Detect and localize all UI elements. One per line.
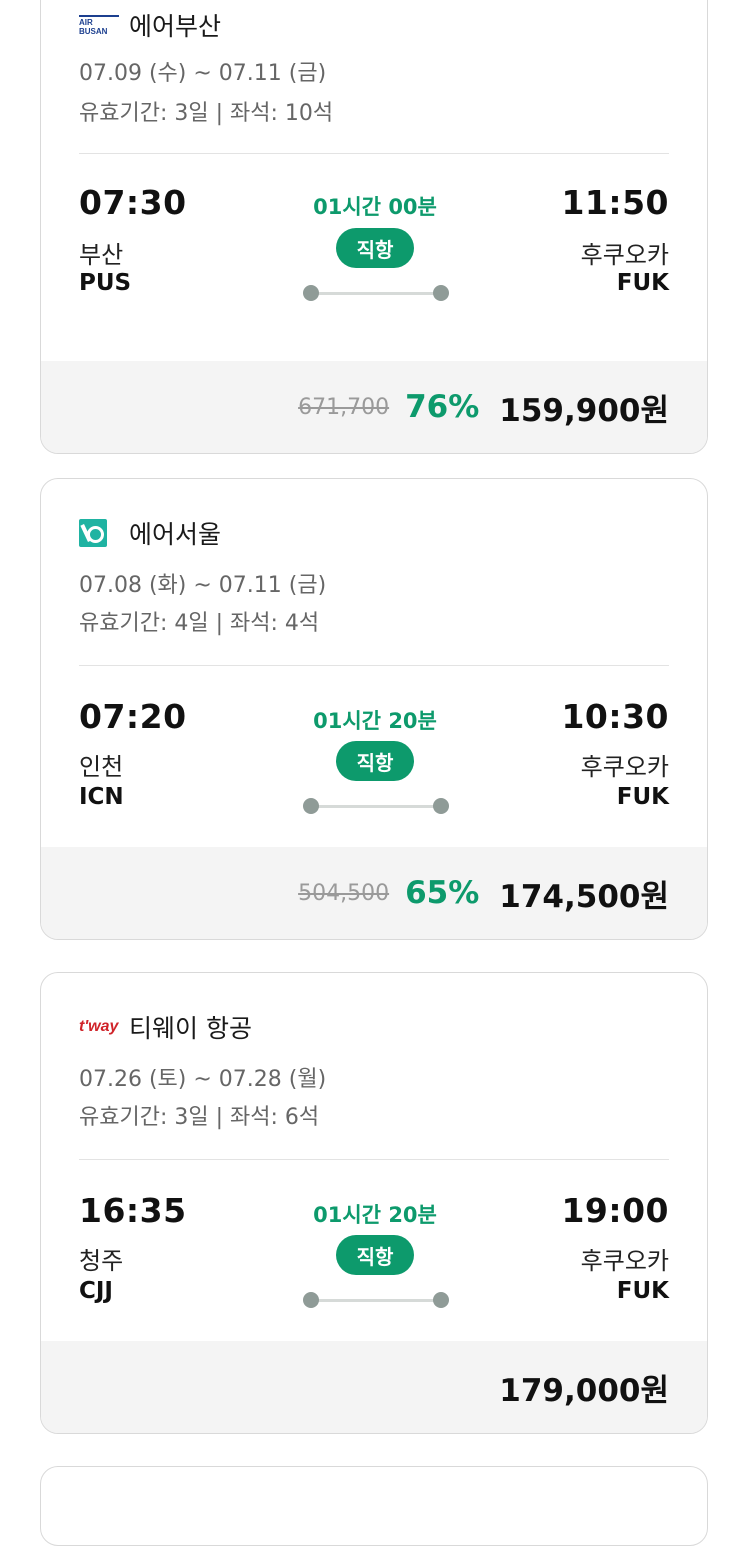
original-price: 671,700 [298, 394, 390, 420]
departure-city: 인천 [79, 753, 124, 781]
departure-time: 16:35 [79, 1191, 187, 1230]
route-line [311, 1299, 441, 1302]
departure-city: 청주 [79, 1247, 124, 1275]
validity-seats: 유효기간: 3일 | 좌석: 10석 [79, 101, 334, 126]
flight-card[interactable]: AIR BUSAN 에어부산 07.09 (수) ~ 07.11 (금) 유효기… [40, 0, 708, 454]
arrival-code: FUK [616, 270, 669, 296]
air-seoul-logo [79, 518, 119, 548]
divider [79, 153, 669, 154]
arrival-code: FUK [616, 784, 669, 810]
airline-name: 티웨이 항공 [129, 1014, 252, 1043]
route-start-dot [303, 285, 319, 301]
validity-seats: 유효기간: 4일 | 좌석: 4석 [79, 611, 320, 636]
divider [79, 1159, 669, 1160]
airline-row: AIR BUSAN 에어부산 [79, 5, 221, 45]
price-section: 179,000원 [41, 1341, 707, 1433]
departure-time: 07:30 [79, 183, 187, 222]
flight-duration: 01시간 20분 [313, 1203, 437, 1227]
arrival-time: 11:50 [561, 183, 669, 222]
arrival-code: FUK [616, 1278, 669, 1304]
travel-dates: 07.09 (수) ~ 07.11 (금) [79, 61, 327, 86]
departure-time: 07:20 [79, 697, 187, 736]
arrival-time: 19:00 [561, 1191, 669, 1230]
travel-dates: 07.26 (토) ~ 07.28 (월) [79, 1067, 327, 1092]
route-start-dot [303, 1292, 319, 1308]
validity-seats: 유효기간: 3일 | 좌석: 6석 [79, 1105, 320, 1130]
direct-badge: 직항 [336, 1235, 414, 1275]
flight-card[interactable]: t'way 티웨이 항공 07.26 (토) ~ 07.28 (월) 유효기간:… [40, 972, 708, 1434]
arrival-city: 후쿠오카 [580, 241, 669, 269]
flight-duration: 01시간 20분 [313, 709, 437, 733]
discount-rate: 65% [405, 875, 480, 911]
route-line [311, 805, 441, 808]
divider [79, 665, 669, 666]
original-price: 504,500 [298, 880, 390, 906]
final-price: 174,500원 [499, 878, 669, 915]
discount-rate: 76% [405, 389, 480, 425]
departure-code: PUS [79, 270, 132, 296]
departure-code: ICN [79, 784, 124, 810]
flight-card[interactable]: 에어서울 07.08 (화) ~ 07.11 (금) 유효기간: 4일 | 좌석… [40, 478, 708, 940]
departure-city: 부산 [79, 241, 124, 269]
price-section: 504,500 65% 174,500원 [41, 847, 707, 939]
final-price: 159,900원 [499, 392, 669, 429]
airline-row: t'way 티웨이 항공 [79, 1007, 252, 1047]
route-end-dot [433, 1292, 449, 1308]
tway-logo: t'way [79, 1018, 119, 1035]
direct-badge: 직항 [336, 741, 414, 781]
route-end-dot [433, 285, 449, 301]
airline-name: 에어서울 [129, 520, 222, 549]
final-price: 179,000원 [499, 1372, 669, 1409]
airline-name: 에어부산 [129, 12, 222, 41]
air-busan-logo: AIR BUSAN [79, 10, 119, 40]
arrival-city: 후쿠오카 [580, 753, 669, 781]
direct-badge: 직항 [336, 228, 414, 268]
flight-duration: 01시간 00분 [313, 195, 437, 219]
route-start-dot [303, 798, 319, 814]
route-end-dot [433, 798, 449, 814]
arrival-time: 10:30 [561, 697, 669, 736]
arrival-city: 후쿠오카 [580, 1247, 669, 1275]
airline-row: 에어서울 [79, 513, 221, 553]
price-section: 671,700 76% 159,900원 [41, 361, 707, 453]
departure-code: CJJ [79, 1278, 113, 1304]
flight-card[interactable] [40, 1466, 708, 1546]
route-line [311, 292, 441, 295]
travel-dates: 07.08 (화) ~ 07.11 (금) [79, 573, 327, 598]
